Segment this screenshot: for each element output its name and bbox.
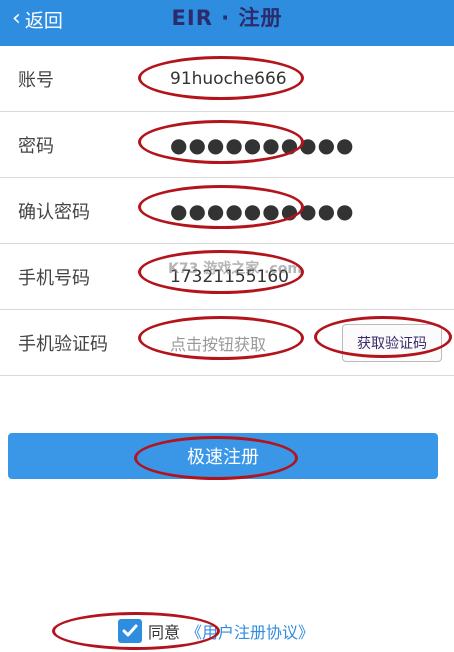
password-input[interactable]: ●●●●●●●●●● <box>170 112 355 177</box>
get-code-button[interactable]: 获取验证码 <box>342 324 442 362</box>
page-title: EIR · 注册 <box>171 6 283 30</box>
password-row: 密码 ●●●●●●●●●● <box>0 112 454 178</box>
confirm-password-input[interactable]: ●●●●●●●●●● <box>170 178 355 243</box>
agreement: 同意 《用户注册协议》 <box>118 618 314 644</box>
register-form: 账号 91huoche666 密码 ●●●●●●●●●● 确认密码 ●●●●●●… <box>0 46 454 376</box>
agree-text: 同意 <box>148 623 181 642</box>
account-row: 账号 91huoche666 <box>0 46 454 112</box>
confirm-password-label: 确认密码 <box>18 201 90 223</box>
watermark: K73 游戏之家 .com <box>168 261 302 277</box>
register-button[interactable]: 极速注册 <box>8 433 438 479</box>
sms-code-label: 手机验证码 <box>18 333 108 355</box>
nav-bar: ‹ 返回 EIR · 注册 <box>0 0 454 46</box>
confirm-password-row: 确认密码 ●●●●●●●●●● <box>0 178 454 244</box>
password-label: 密码 <box>18 135 54 157</box>
account-input[interactable]: 91huoche666 <box>170 46 287 111</box>
phone-label: 手机号码 <box>18 267 90 289</box>
sms-code-input[interactable]: 点击按钮获取 <box>170 310 266 375</box>
checkmark-icon <box>122 624 138 637</box>
agreement-link[interactable]: 《用户注册协议》 <box>186 619 314 643</box>
account-label: 账号 <box>18 69 54 91</box>
agree-checkbox[interactable] <box>118 619 142 643</box>
sms-code-row: 手机验证码 点击按钮获取 获取验证码 <box>0 310 454 376</box>
